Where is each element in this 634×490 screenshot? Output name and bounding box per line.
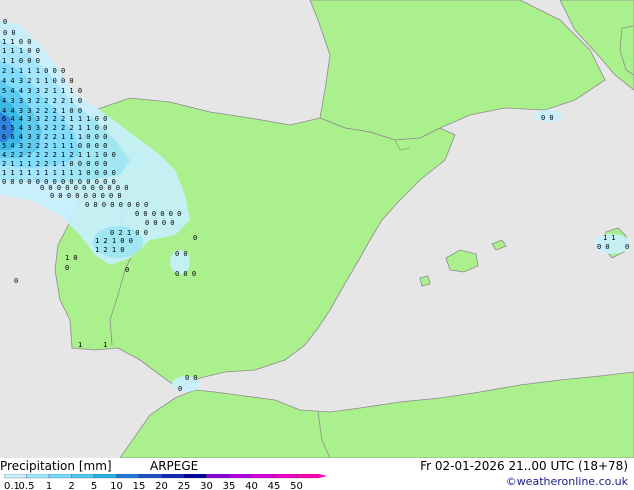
precip-value-label: 0 0 0 0 0 0 0 0 0 0 0 <box>40 184 129 192</box>
precip-value-label: 0 <box>65 264 69 272</box>
scale-swatch <box>48 474 72 479</box>
precip-value-label: 0 0 <box>175 250 188 258</box>
scale-tick-label: 20 <box>155 481 168 490</box>
scale-swatch <box>228 474 252 479</box>
scale-tick-label: 30 <box>200 481 213 490</box>
precip-value-label: 0 <box>3 18 7 26</box>
scale-swatch <box>296 474 320 479</box>
precip-value-label: 1 <box>78 341 82 349</box>
precip-value-label: 0 0 <box>3 29 16 37</box>
scale-tick-label: 0.1 <box>4 481 20 490</box>
scale-tick-label: 10 <box>110 481 123 490</box>
precip-value-label: 0 <box>193 234 197 242</box>
precip-value-label: 5 4 3 2 2 2 1 1 1 0 0 0 0 <box>2 142 107 150</box>
scale-tick-label: 45 <box>268 481 281 490</box>
precip-value-label: 4 2 2 2 2 2 2 1 2 1 1 1 0 0 <box>2 151 116 159</box>
scale-swatch <box>206 474 230 479</box>
precip-value-label: 1 1 1 0 0 <box>2 47 40 55</box>
precip-value-label: 5 4 4 3 3 2 1 1 1 0 <box>2 87 82 95</box>
precipitation-map: 00 01 1 0 01 1 1 0 01 1 0 0 02 1 1 1 1 0… <box>0 0 634 458</box>
precip-value-label: 0 <box>625 243 629 251</box>
precip-value-label: 0 0 <box>185 374 198 382</box>
precip-value-label: 4 3 3 3 2 2 2 2 1 0 <box>2 97 82 105</box>
land-ibiza <box>419 275 431 287</box>
scale-swatch <box>116 474 140 479</box>
model-name: ARPEGE <box>150 459 199 473</box>
valid-time: Fr 02-01-2026 21..00 UTC (18+78) <box>420 459 628 473</box>
precip-value-label: 4 4 3 2 1 1 0 0 0 <box>2 77 74 85</box>
precip-value-label: 0 0 <box>597 243 610 251</box>
scale-tick-label: 1 <box>46 481 52 490</box>
precip-value-label: 0 0 0 0 <box>145 219 175 227</box>
scale-tick-label: 0.5 <box>19 481 35 490</box>
precip-value-label: 0 0 <box>541 114 554 122</box>
precip-value-label: 1 0 <box>65 254 78 262</box>
precip-value-label: 1 2 1 0 0 <box>95 237 133 245</box>
scale-swatch <box>183 474 207 479</box>
precip-value-label: 0 2 1 0 0 <box>110 229 148 237</box>
scale-swatch <box>93 474 117 479</box>
precip-value-label: 6 6 4 3 3 2 2 1 1 1 0 0 0 <box>2 133 107 141</box>
precip-value-label: 4 4 3 3 2 2 2 1 0 0 <box>2 107 82 115</box>
precip-value-label: 1 1 <box>603 234 616 242</box>
scale-tick-label: 15 <box>133 481 146 490</box>
precip-value-label: 1 1 0 0 <box>2 38 32 46</box>
precip-value-label: 1 <box>103 341 107 349</box>
legend-title: Precipitation [mm] <box>0 459 112 473</box>
scale-tick-label: 25 <box>178 481 191 490</box>
scale-swatch <box>4 474 27 479</box>
precip-value-label: 0 <box>125 266 129 274</box>
scale-swatch <box>71 474 95 479</box>
precip-value-label: 2 1 1 1 1 0 0 0 <box>2 67 65 75</box>
scale-swatch <box>161 474 185 479</box>
precip-value-label: 0 0 0 0 0 0 0 0 <box>85 201 148 209</box>
scale-swatch <box>26 474 50 479</box>
precip-value-label: 1 1 0 0 0 <box>2 57 40 65</box>
precip-value-label: 2 1 1 1 2 2 1 1 0 0 0 0 0 <box>2 160 107 168</box>
precip-value-label: 1 2 1 0 <box>95 246 125 254</box>
scale-swatch <box>251 474 275 479</box>
scale-tick-label: 2 <box>68 481 74 490</box>
map-canvas: 00 01 1 0 01 1 1 0 01 1 0 0 02 1 1 1 1 0… <box>0 0 634 458</box>
scale-tick-label: 40 <box>245 481 258 490</box>
scale-tick-label: 35 <box>223 481 236 490</box>
precip-value-label: 0 0 0 0 0 0 0 0 0 <box>50 192 122 200</box>
precip-value-label: 1 1 1 1 1 1 1 1 1 1 0 0 0 0 <box>2 169 116 177</box>
legend-bar: Precipitation [mm] ARPEGE Fr 02-01-2026 … <box>0 458 634 490</box>
precip-value-label: 6 4 4 3 3 2 2 2 1 1 1 0 0 <box>2 115 107 123</box>
scale-arrow <box>319 474 327 478</box>
scale-swatch <box>138 474 162 479</box>
precip-value-label: 6 5 4 3 3 2 2 2 2 1 1 0 0 <box>2 124 107 132</box>
precip-value-label: 0 0 0 0 0 0 <box>135 210 181 218</box>
credit-link[interactable]: ©weatheronline.co.uk <box>506 475 628 489</box>
precip-value-label: 0 <box>178 385 182 393</box>
precip-value-label: 0 0 0 <box>175 270 196 278</box>
scale-swatch <box>273 474 297 479</box>
scale-tick-label: 5 <box>91 481 97 490</box>
color-scale: 0.10.5 1 2 5 10 15 20 25 30 35 40 45 50 <box>4 474 327 490</box>
scale-tick-label: 50 <box>290 481 303 490</box>
precip-value-label: 0 <box>14 277 18 285</box>
